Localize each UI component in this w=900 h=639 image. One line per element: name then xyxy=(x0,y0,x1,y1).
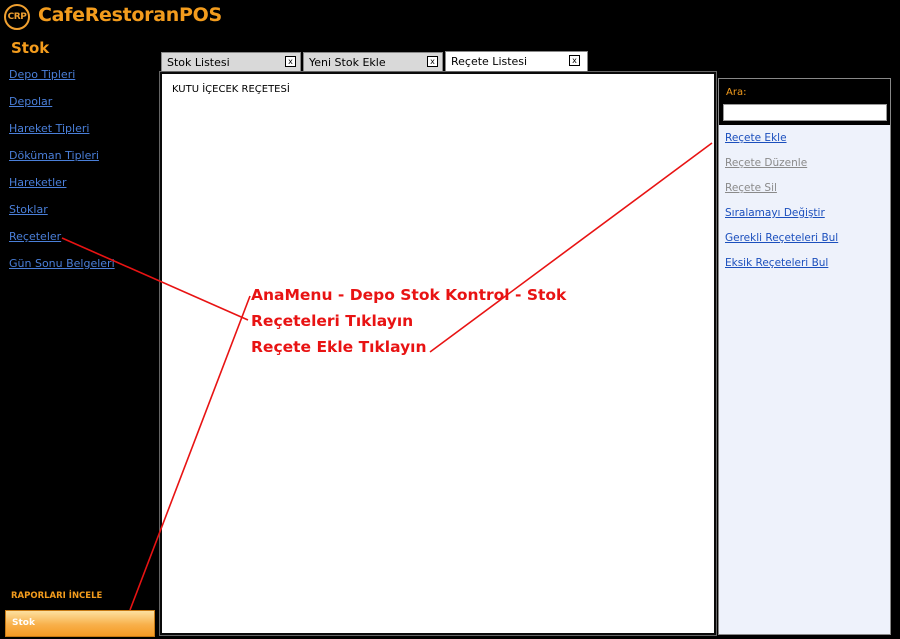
action-panel: Ara: Reçete Ekle Reçete Düzenle Reçete S… xyxy=(718,78,891,635)
close-icon[interactable]: x xyxy=(427,56,438,67)
tab-stok-listesi[interactable]: Stok Listesi x xyxy=(161,52,301,72)
search-label: Ara: xyxy=(726,87,747,98)
annotation-line-3: Reçete Ekle Tıklayın xyxy=(251,338,427,356)
close-icon[interactable]: x xyxy=(285,56,296,67)
annotation-line-1: AnaMenu - Depo Stok Kontrol - Stok xyxy=(251,286,567,304)
add-recipe-link[interactable]: Reçete Ekle xyxy=(725,132,787,144)
sidebar-item-hareketler[interactable]: Hareketler xyxy=(9,176,66,189)
title-bar: CRP CafeRestoranPOS xyxy=(0,0,900,34)
sidebar-item-receteler[interactable]: Reçeteler xyxy=(9,230,61,243)
sidebar-item-stoklar[interactable]: Stoklar xyxy=(9,203,48,216)
tab-recete-listesi[interactable]: Reçete Listesi x xyxy=(445,51,588,73)
app-logo: CRP xyxy=(4,4,30,30)
tab-label: Reçete Listesi xyxy=(451,55,528,68)
edit-recipe-link[interactable]: Reçete Düzenle xyxy=(725,157,807,169)
delete-recipe-link[interactable]: Reçete Sil xyxy=(725,182,777,194)
search-input[interactable] xyxy=(723,104,887,121)
close-icon[interactable]: x xyxy=(569,55,580,66)
stok-module-button[interactable]: Stok xyxy=(5,610,155,637)
tab-yeni-stok-ekle[interactable]: Yeni Stok Ekle x xyxy=(303,52,443,72)
tab-label: Yeni Stok Ekle xyxy=(309,56,386,69)
list-item[interactable]: KUTU İÇECEK REÇETESİ xyxy=(172,84,290,95)
search-header: Ara: xyxy=(719,79,890,125)
app-title: CafeRestoranPOS xyxy=(38,4,222,26)
find-required-recipes-link[interactable]: Gerekli Reçeteleri Bul xyxy=(725,232,838,244)
sidebar-section-title: Stok xyxy=(11,39,50,57)
sidebar-item-dokuman-tipleri[interactable]: Döküman Tipleri xyxy=(9,149,99,162)
sidebar-item-gun-sonu-belgeleri[interactable]: Gün Sonu Belgeleri xyxy=(9,257,115,270)
sidebar-item-depolar[interactable]: Depolar xyxy=(9,95,52,108)
sidebar-item-hareket-tipleri[interactable]: Hareket Tipleri xyxy=(9,122,89,135)
tab-label: Stok Listesi xyxy=(167,56,230,69)
reports-label: RAPORLARI İNCELE xyxy=(11,591,103,601)
change-order-link[interactable]: Sıralamayı Değiştir xyxy=(725,207,825,219)
sidebar-item-depo-tipleri[interactable]: Depo Tipleri xyxy=(9,68,75,81)
annotation-line-2: Reçeteleri Tıklayın xyxy=(251,312,414,330)
find-missing-recipes-link[interactable]: Eksik Reçeteleri Bul xyxy=(725,257,828,269)
recipe-list-panel: KUTU İÇECEK REÇETESİ xyxy=(159,71,717,636)
